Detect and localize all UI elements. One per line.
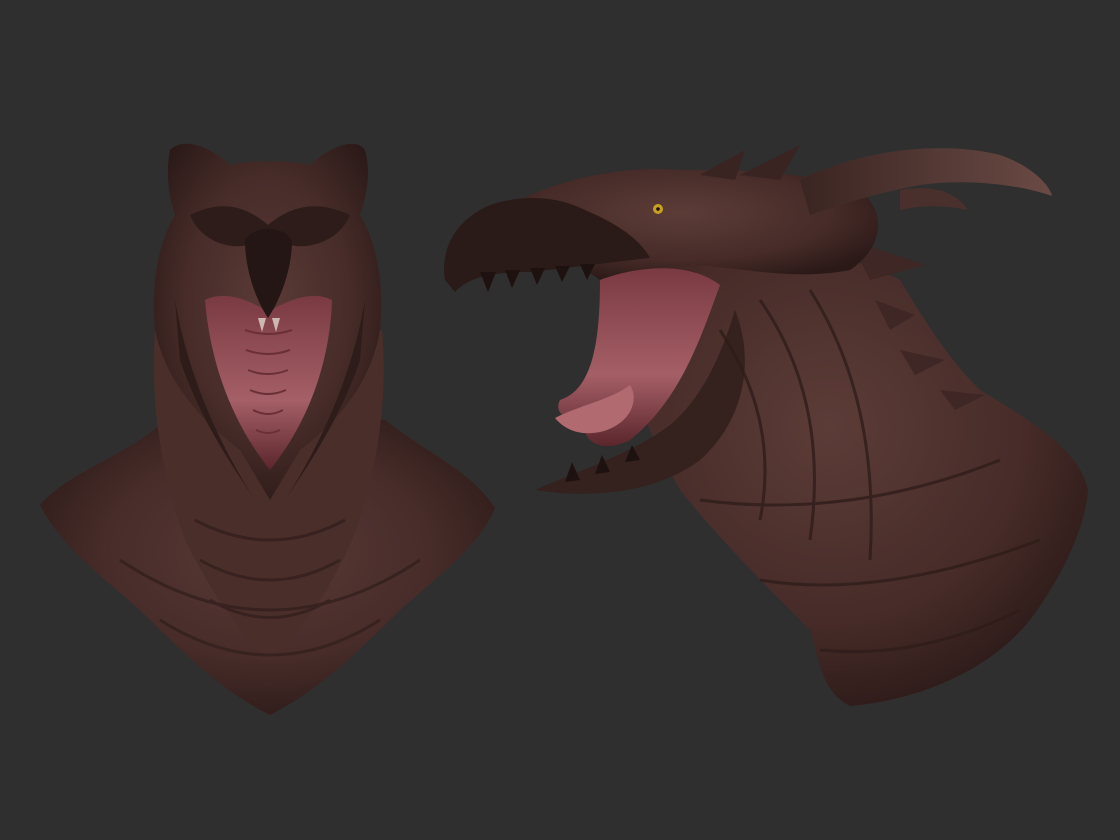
sculpt-canvas — [40, 143, 1088, 715]
sculpt-viewport — [0, 0, 1120, 840]
side-horn-small — [900, 188, 968, 210]
side-view-bust — [444, 145, 1088, 706]
front-view-bust — [40, 143, 495, 715]
side-eye-pupil — [656, 207, 660, 211]
